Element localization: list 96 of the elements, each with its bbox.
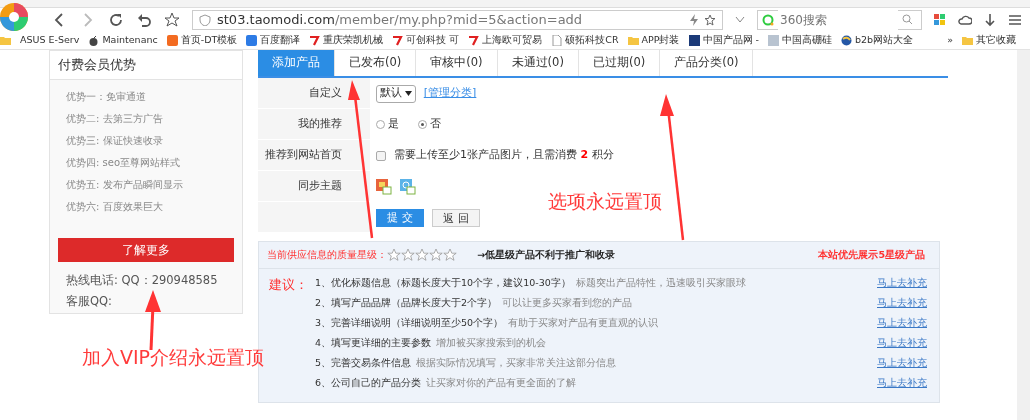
- sidebar-title: 付费会员优势: [50, 51, 242, 80]
- menu-icon[interactable]: [1008, 13, 1022, 26]
- suggestion-title: 3、完善详细说明（详细说明至少50个字）: [315, 315, 504, 330]
- radio-button[interactable]: [417, 120, 427, 129]
- bookmark-link[interactable]: 中国高硼硅: [781, 32, 832, 48]
- bookmark-link[interactable]: Maintenanc: [102, 32, 158, 48]
- radio-button[interactable]: [376, 120, 385, 129]
- more-bookmarks-button[interactable]: »: [947, 32, 953, 48]
- folder-icon: [627, 34, 639, 46]
- field-label: 同步主题: [258, 171, 370, 202]
- category-select[interactable]: 默认: [376, 84, 416, 103]
- suggestion-title: 1、优化标题信息（标题长度大于10个字，建议10-30字）: [315, 275, 571, 290]
- suggestion-title: 5、完善交易条件信息: [315, 355, 412, 370]
- square-logo-icon: [688, 34, 700, 46]
- service-qq-text: 客服QQ:: [65, 292, 113, 310]
- field-label: 我的推荐: [258, 109, 370, 140]
- checkbox[interactable]: [376, 150, 386, 161]
- star-icon: [429, 248, 443, 262]
- benefit-item: 优势一：免审通道: [65, 89, 147, 104]
- caret-icon: [404, 91, 412, 96]
- folder-icon: [0, 34, 11, 46]
- back-button[interactable]: 返 回: [432, 208, 480, 227]
- annotation-text: 加入VIP介绍永远置顶: [82, 345, 265, 370]
- field-label: 推荐到网站首页: [258, 140, 370, 171]
- download-icon[interactable]: [984, 12, 996, 27]
- suggestion-description: 增加被买家搜索到的机会: [436, 335, 547, 350]
- bookmark-link[interactable]: ASUS E-Serv: [20, 32, 80, 48]
- globe-icon: [840, 34, 852, 46]
- checkbox-label: 需要上传至少1张产品图片，且需消费 2 积分: [394, 147, 614, 164]
- bookmark-link[interactable]: 其它收藏: [976, 32, 1016, 48]
- scrollbar[interactable]: [1017, 50, 1030, 420]
- dropdown-chevron-icon[interactable]: [735, 15, 745, 24]
- quality-notice: 本站优先展示5星级产品: [818, 247, 925, 262]
- sync-photo-icon[interactable]: [376, 178, 392, 195]
- quality-label: 当前供应信息的质量星级：: [267, 247, 387, 262]
- suggestion-description: 让买家对你的产品有更全面的了解: [426, 375, 577, 390]
- benefit-item: 优势三: 保证快速收录: [65, 133, 164, 148]
- fill-in-link[interactable]: 马上去补充: [877, 375, 927, 391]
- search-field[interactable]: 360搜索: [757, 9, 922, 30]
- square-logo-icon: [166, 34, 178, 46]
- bookmark-link[interactable]: 可创科技 可: [406, 32, 460, 48]
- apps-icon[interactable]: [934, 13, 946, 26]
- apple-icon: [88, 34, 100, 46]
- annotation-arrow: [145, 290, 161, 351]
- benefit-item: 优势四: seo至尊网站样式: [65, 155, 182, 170]
- bookmark-link[interactable]: 重庆荣凯机械: [323, 32, 384, 48]
- suggestion-description: 根据实际情况填写，买家非常关注这部分信息: [416, 355, 617, 370]
- sync-wifi-icon[interactable]: [400, 178, 416, 195]
- radio-label: 是: [387, 116, 399, 133]
- square-logo-icon: [246, 34, 258, 46]
- suggestion-label: 建议：: [269, 276, 309, 294]
- fill-in-link[interactable]: 马上去补充: [877, 295, 927, 311]
- star-icon: [401, 248, 415, 262]
- suggestion-description: 有助于买家对产品有更直观的认识: [508, 315, 659, 330]
- address-bar[interactable]: st03.taomodi.com/member/my.php?mid=5&action=add: [192, 9, 723, 30]
- manage-link[interactable]: [管理分类]: [423, 85, 477, 102]
- bookmark-link[interactable]: b2b网站大全: [854, 32, 914, 48]
- learn-more-button[interactable]: 了解更多: [58, 237, 234, 262]
- search-engine-icon: [762, 13, 774, 26]
- field-label: 自定义: [258, 78, 370, 109]
- search-icon: [902, 14, 913, 25]
- suggestion-title: 4、填写更详细的主要参数: [315, 335, 432, 350]
- bookmark-link[interactable]: 百度翻译: [260, 32, 301, 48]
- suggestion-title: 2、填写产品品牌（品牌长度大于2个字）: [315, 295, 498, 310]
- benefit-item: 优势六: 百度效果巨大: [65, 199, 164, 214]
- bookmark-link[interactable]: APP封装: [641, 32, 680, 48]
- radio-label: 否: [429, 116, 441, 133]
- fill-in-link[interactable]: 马上去补充: [877, 355, 927, 371]
- benefit-item: 优势五: 发布产品瞬间显示: [65, 177, 184, 192]
- bookmark-star-icon[interactable]: [164, 11, 180, 28]
- fill-in-link[interactable]: 马上去补充: [877, 315, 927, 331]
- suggestion-description: 标题突出产品特性，迅速吸引买家眼球: [575, 275, 746, 290]
- bookmark-link[interactable]: 上海欧可贸易: [482, 32, 543, 48]
- star-icon[interactable]: [704, 13, 716, 26]
- fill-in-link[interactable]: 马上去补充: [877, 275, 927, 291]
- quality-hint: →低星级产品不利于推广和收录: [477, 247, 615, 262]
- bookmark-link[interactable]: 中国产品网 -: [702, 32, 759, 48]
- annotation-text: 选项永远置顶: [548, 189, 662, 214]
- star-icon: [415, 248, 429, 262]
- address-text: st03.taomodi.com/member/my.php?mid=5&action=add: [217, 10, 583, 29]
- star-icon: [387, 248, 401, 262]
- star-icon: [443, 248, 457, 262]
- folder-icon: [962, 34, 973, 46]
- fill-in-link[interactable]: 马上去补充: [877, 335, 927, 351]
- reload-icon[interactable]: [108, 11, 124, 28]
- page-icon: [551, 34, 563, 46]
- suggestion-description: 可以让更多买家看到您的产品: [502, 295, 633, 310]
- cloud-icon[interactable]: [958, 13, 972, 26]
- square-logo-icon: [767, 34, 779, 46]
- bookmark-link[interactable]: 硕拓科技CR: [565, 32, 619, 48]
- bookmark-link[interactable]: 首页-DT模板: [180, 32, 238, 48]
- suggestion-title: 6、公司自己的产品分类: [315, 375, 422, 390]
- shield-icon: [199, 13, 211, 26]
- lightning-icon[interactable]: [688, 13, 699, 26]
- hotline-text: 热线电话: QQ：290948585: [65, 271, 219, 289]
- benefit-item: 优势二: 去第三方广告: [65, 111, 164, 126]
